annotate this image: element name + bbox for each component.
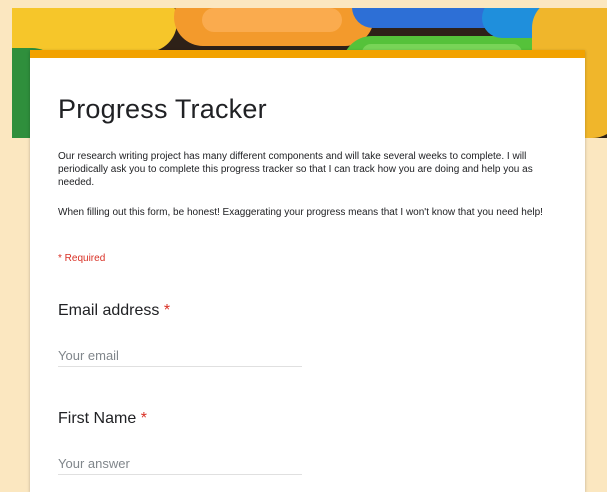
- question-label-text: First Name: [58, 410, 137, 427]
- form-description: Our research writing project has many di…: [58, 151, 533, 188]
- required-asterisk: *: [163, 302, 171, 319]
- question-email-label: Email address *: [58, 302, 170, 320]
- question-first-name-label: First Name *: [58, 410, 147, 428]
- first-name-input[interactable]: [58, 452, 302, 475]
- email-input[interactable]: [58, 344, 302, 367]
- required-asterisk: *: [140, 410, 147, 427]
- form-card: Progress Tracker Our research writing pr…: [30, 50, 585, 492]
- form-title: Progress Tracker: [58, 94, 267, 124]
- required-note: * Required: [58, 253, 106, 264]
- question-label-text: Email address: [58, 302, 160, 319]
- form-instructions: When filling out this form, be honest! E…: [58, 207, 543, 218]
